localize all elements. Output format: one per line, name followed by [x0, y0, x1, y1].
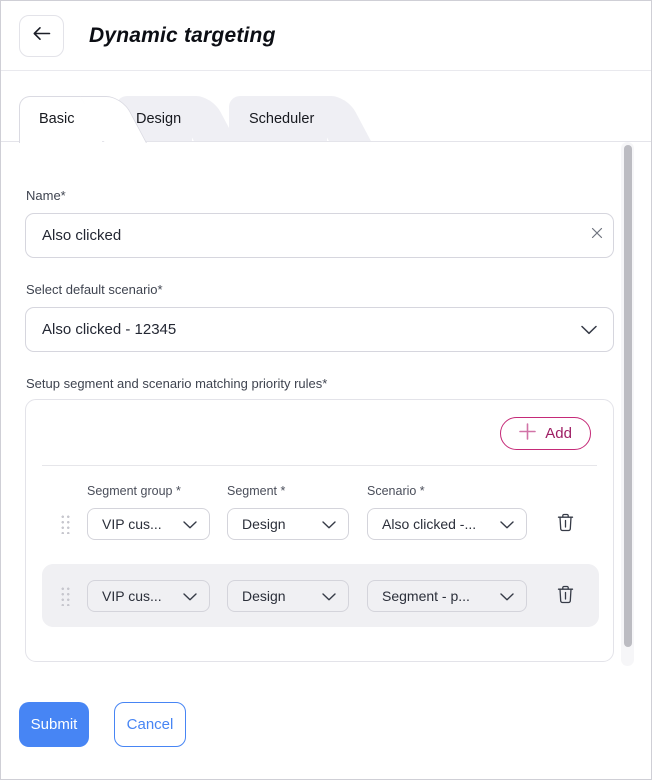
back-button[interactable] [19, 15, 64, 57]
rules-label: Setup segment and scenario matching prio… [26, 376, 327, 391]
trash-icon [557, 513, 574, 535]
column-segment: Segment * [227, 484, 285, 498]
add-rule-button[interactable]: Add [500, 417, 591, 450]
scrollbar-thumb[interactable] [624, 145, 632, 647]
tab-label: Basic [39, 96, 74, 141]
default-scenario-select[interactable]: Also clicked - 12345 [25, 307, 614, 352]
plus-icon [519, 423, 536, 444]
drag-handle-icon[interactable] [60, 586, 71, 606]
arrow-left-icon [32, 26, 51, 46]
name-input[interactable] [25, 213, 614, 258]
chevron-down-icon [183, 588, 197, 604]
rule-row-highlighted: VIP cus... Design Segment - p... [42, 564, 599, 627]
segment-group-select[interactable]: VIP cus... [87, 508, 210, 540]
dynamic-targeting-window: Dynamic targeting Basic Design Scheduler… [0, 0, 652, 780]
x-icon [591, 226, 603, 244]
default-scenario-value: Also clicked - 12345 [42, 321, 176, 338]
rules-divider [42, 465, 597, 466]
delete-rule-button[interactable] [554, 584, 576, 608]
scenario-value: Also clicked -... [382, 516, 476, 532]
default-scenario-label: Select default scenario* [26, 282, 163, 297]
scenario-value: Segment - p... [382, 588, 470, 604]
submit-button[interactable]: Submit [19, 702, 89, 747]
segment-value: Design [242, 588, 286, 604]
tab-label: Scheduler [249, 96, 314, 141]
chevron-down-icon [500, 516, 514, 532]
page-title: Dynamic targeting [89, 1, 276, 71]
segment-group-value: VIP cus... [102, 588, 162, 604]
segment-value: Design [242, 516, 286, 532]
name-label: Name* [26, 188, 66, 203]
chevron-down-icon [581, 321, 597, 338]
drag-handle-icon[interactable] [60, 514, 71, 534]
delete-rule-button[interactable] [554, 512, 576, 536]
add-button-label: Add [545, 425, 572, 442]
scrollbar-track[interactable] [621, 142, 634, 666]
trash-icon [557, 585, 574, 607]
chevron-down-icon [322, 588, 336, 604]
tab-scheduler[interactable]: Scheduler [229, 96, 361, 141]
column-scenario: Scenario * [367, 484, 425, 498]
cancel-button[interactable]: Cancel [114, 702, 186, 747]
scenario-select[interactable]: Also clicked -... [367, 508, 527, 540]
chevron-down-icon [322, 516, 336, 532]
segment-group-value: VIP cus... [102, 516, 162, 532]
segment-select[interactable]: Design [227, 580, 349, 612]
tab-basic[interactable]: Basic [19, 96, 136, 143]
chevron-down-icon [183, 516, 197, 532]
segment-select[interactable]: Design [227, 508, 349, 540]
segment-group-select[interactable]: VIP cus... [87, 580, 210, 612]
header: Dynamic targeting [1, 1, 651, 71]
clear-name-button[interactable] [587, 225, 607, 245]
chevron-down-icon [500, 588, 514, 604]
rules-container: Add Segment group * Segment * Scenario *… [25, 399, 614, 662]
column-segment-group: Segment group * [87, 484, 181, 498]
scenario-select[interactable]: Segment - p... [367, 580, 527, 612]
